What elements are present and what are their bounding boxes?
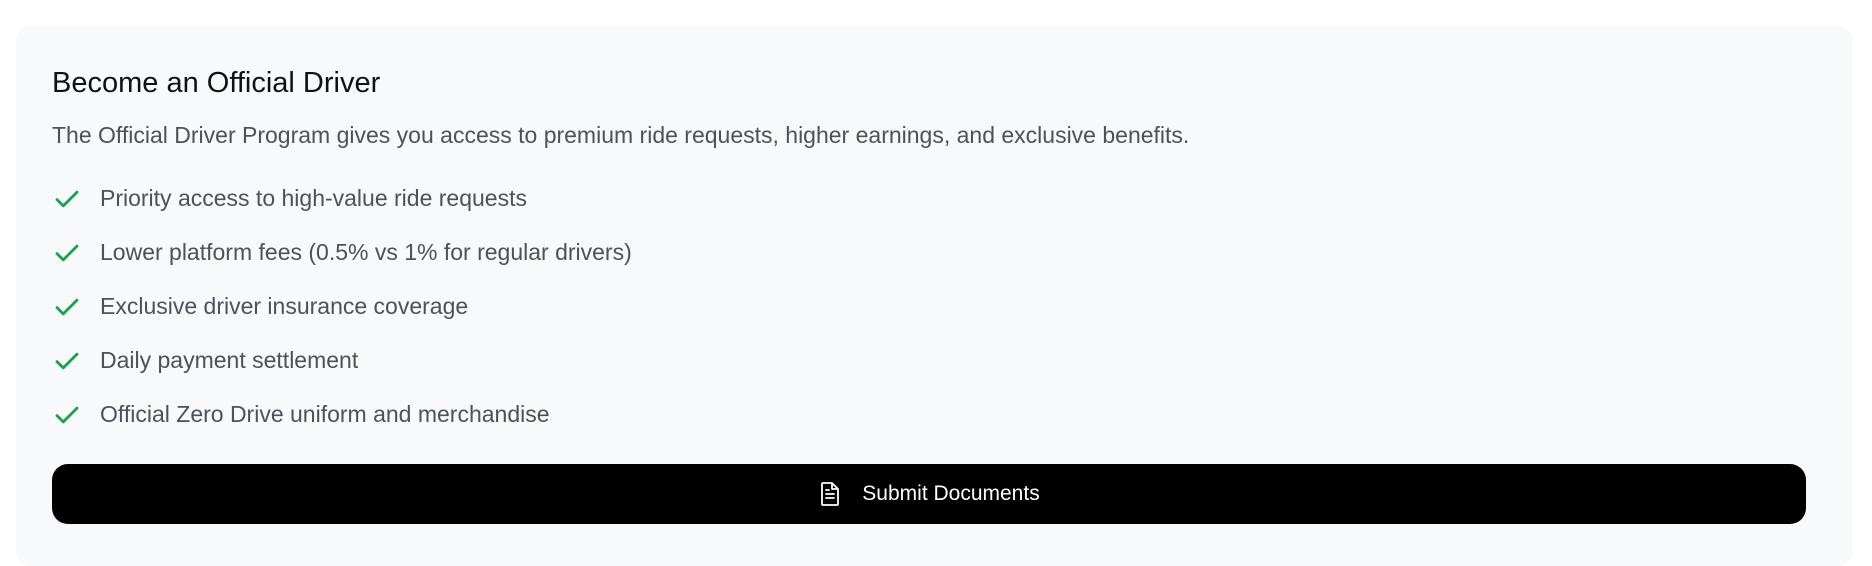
benefit-label: Lower platform fees (0.5% vs 1% for regu… [100,238,632,265]
benefit-label: Official Zero Drive uniform and merchand… [100,400,550,427]
benefits-list: Priority access to high-value ride reque… [52,172,1816,442]
check-icon [55,190,79,207]
check-icon [55,406,79,423]
check-icon [55,352,79,369]
card-description: The Official Driver Program gives you ac… [52,121,1190,148]
benefit-item: Lower platform fees (0.5% vs 1% for regu… [52,226,1816,280]
benefit-item: Exclusive driver insurance coverage [52,280,1816,334]
card-title: Become an Official Driver [52,67,381,99]
document-icon [821,482,840,506]
benefit-label: Priority access to high-value ride reque… [100,184,527,211]
check-icon [55,244,79,261]
benefit-label: Exclusive driver insurance coverage [100,292,469,319]
benefit-item: Official Zero Drive uniform and merchand… [52,388,1816,442]
benefit-item: Daily payment settlement [52,334,1816,388]
official-driver-card: Become an Official Driver The Official D… [16,26,1852,566]
submit-documents-button[interactable]: Submit Documents [52,464,1806,524]
benefit-label: Daily payment settlement [100,346,359,373]
check-icon [55,298,79,315]
benefit-item: Priority access to high-value ride reque… [52,172,1816,226]
submit-documents-label: Submit Documents [862,482,1040,505]
